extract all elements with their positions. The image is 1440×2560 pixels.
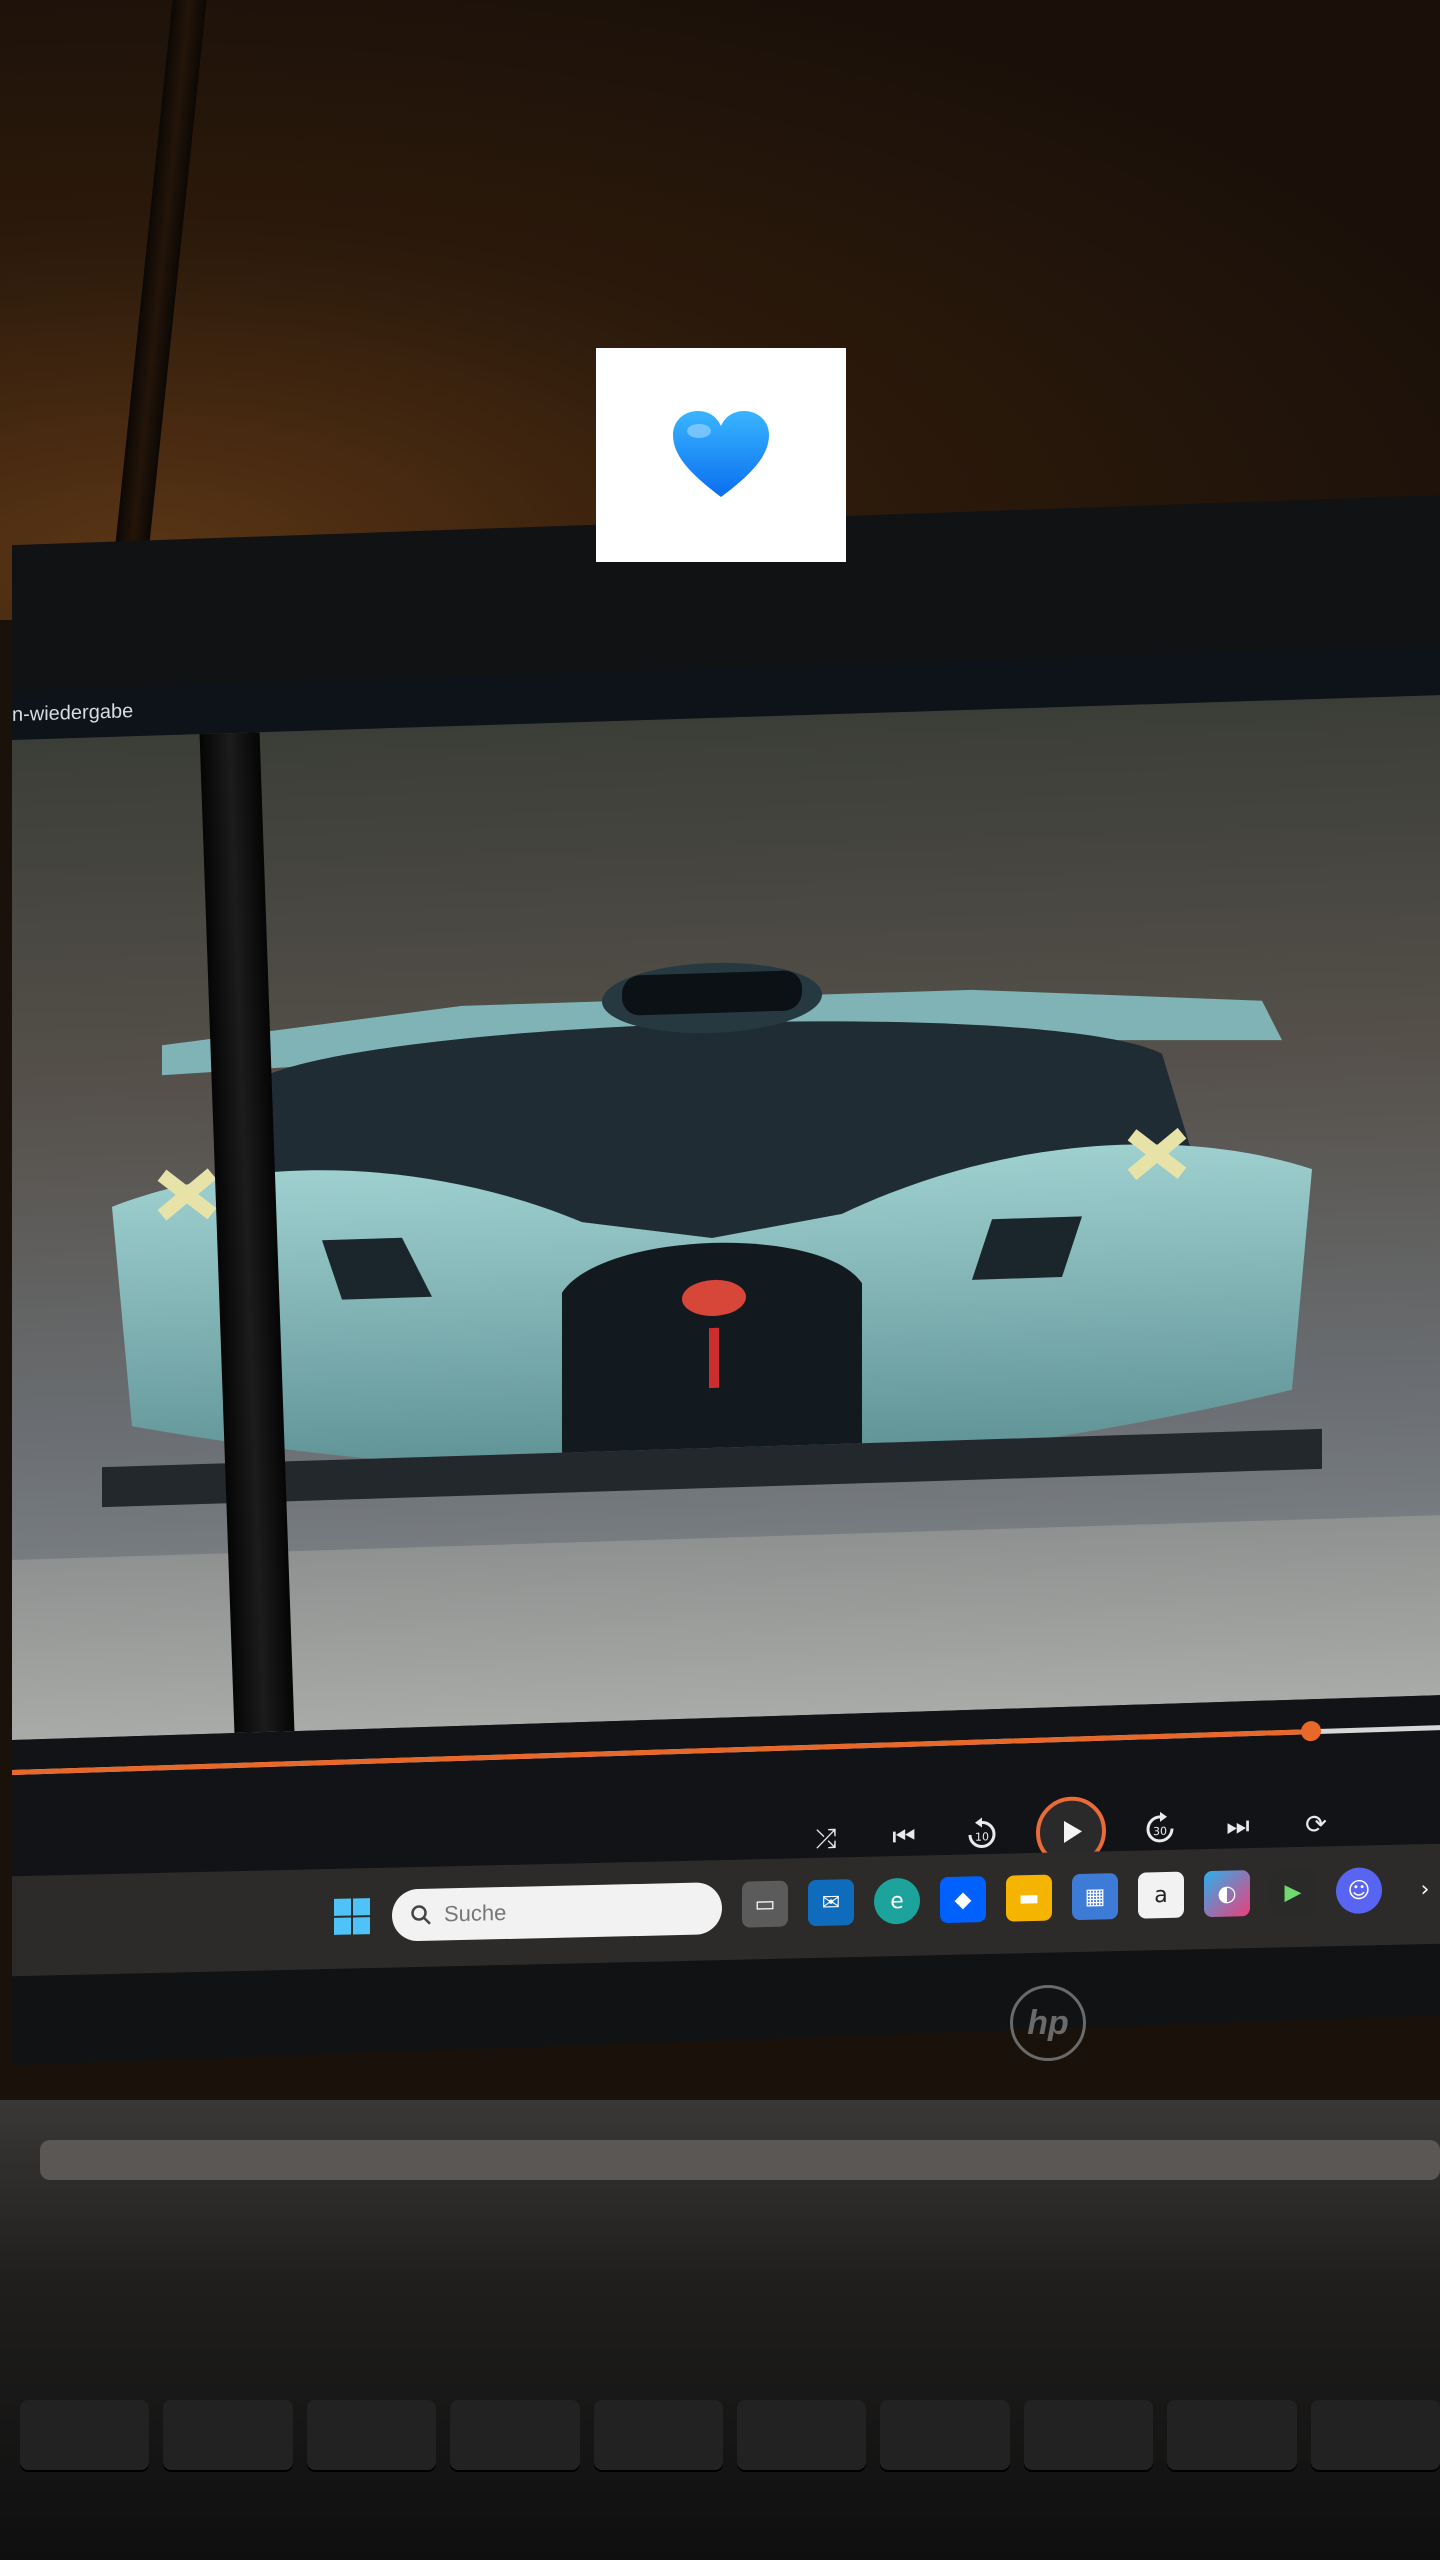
next-icon[interactable]: ⏭: [1214, 1802, 1262, 1852]
keyboard-key: [450, 2400, 580, 2470]
amazon-icon[interactable]: a: [1138, 1871, 1184, 1919]
laptop-screen: n-wiedergabe ⤮ ⏮ 10 30 ⏭ ⟳: [12, 645, 1440, 1970]
outlook-icon[interactable]: ✉: [808, 1879, 854, 1927]
repeat-icon[interactable]: ⟳: [1292, 1799, 1340, 1849]
window-title: n-wiedergabe: [12, 700, 134, 726]
keyboard-key: [306, 2400, 437, 2470]
keyboard-key: [163, 2400, 293, 2470]
search-icon: [411, 1905, 431, 1925]
store-icon[interactable]: ▦: [1072, 1873, 1118, 1921]
hp-logo: hp: [1010, 1985, 1086, 2061]
m365-icon[interactable]: ◐: [1204, 1870, 1250, 1918]
keyboard-key: [1167, 2400, 1297, 2470]
play-store-icon[interactable]: ▶: [1270, 1868, 1316, 1916]
chevron-icon[interactable]: ›: [1402, 1866, 1440, 1913]
progress-thumb[interactable]: [1301, 1720, 1322, 1742]
video-frame[interactable]: [12, 695, 1440, 1740]
car-image: [102, 962, 1322, 1508]
laptop-hinge: [40, 2140, 1440, 2180]
keyboard-key: [593, 2400, 724, 2470]
edge-icon[interactable]: e: [874, 1877, 920, 1925]
search-placeholder: Suche: [444, 1899, 507, 1927]
dropbox-icon[interactable]: ◆: [940, 1876, 986, 1924]
taskbar-search[interactable]: Suche: [392, 1882, 722, 1942]
progress-bar[interactable]: [12, 1720, 1440, 1775]
forward-30-icon[interactable]: 30: [1136, 1804, 1184, 1854]
rewind-10-icon[interactable]: 10: [958, 1810, 1006, 1860]
key-row: [0, 2400, 1440, 2470]
svg-text:30: 30: [1153, 1825, 1167, 1838]
discord-icon[interactable]: ☺: [1336, 1867, 1382, 1915]
keyboard-key: [1023, 2400, 1154, 2470]
keyboard-key: [1310, 2400, 1440, 2470]
svg-text:10: 10: [975, 1830, 989, 1843]
heart-sticker: [596, 348, 846, 562]
progress-fill: [12, 1729, 1312, 1775]
photo-scene: n-wiedergabe ⤮ ⏮ 10 30 ⏭ ⟳ Suche ▭ ✉ e ◆…: [0, 0, 1440, 2560]
keyboard-key: [880, 2400, 1010, 2470]
previous-icon[interactable]: ⏮: [880, 1812, 928, 1862]
keyboard-key: [20, 2400, 150, 2470]
taskbar-apps: ▭ ✉ e ◆ ▬ ▦ a ◐ ▶ ☺ ›: [742, 1866, 1440, 1928]
play-icon: [1064, 1820, 1082, 1843]
task-view-icon[interactable]: ▭: [742, 1880, 788, 1928]
blue-heart-icon: [673, 411, 769, 497]
keyboard-key: [737, 2400, 867, 2470]
windows-start-icon[interactable]: [332, 1896, 372, 1937]
file-explorer-icon[interactable]: ▬: [1006, 1874, 1052, 1922]
